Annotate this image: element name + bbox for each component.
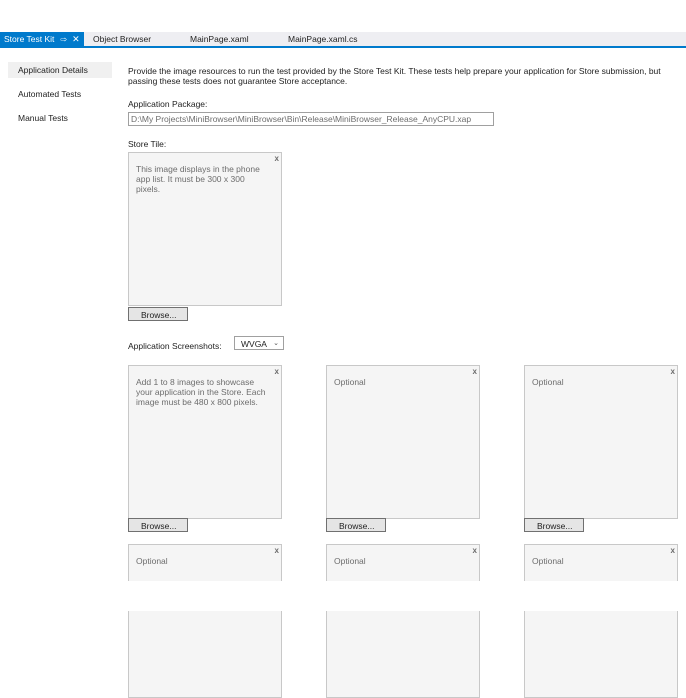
close-icon[interactable]: x [275,546,279,555]
tab-label: Store Test Kit [4,34,55,44]
tab-object-browser[interactable]: Object Browser [93,32,151,46]
sidebar: Application Details Automated Tests Manu… [8,62,112,134]
close-icon[interactable]: x [473,546,477,555]
tab-store-test-kit[interactable]: Store Test Kit ⇨ ✕ [0,32,84,46]
application-details-pane: Provide the image resources to run the t… [128,66,680,698]
application-package-label: Application Package: [128,99,208,109]
close-icon[interactable]: ✕ [72,34,80,44]
tab-mainpage-xaml-cs[interactable]: MainPage.xaml.cs [288,32,357,46]
optional-placeholder: Optional [532,377,564,387]
store-tile-hint: This image displays in the phone app lis… [136,164,260,194]
optional-placeholder: Optional [532,556,564,566]
store-tile-image-box[interactable]: x This image displays in the phone app l… [128,152,282,306]
application-package-field[interactable]: D:\My Projects\MiniBrowser\MiniBrowser\B… [128,112,494,126]
close-icon[interactable]: x [275,367,279,376]
optional-placeholder: Optional [334,556,366,566]
close-icon[interactable]: x [671,367,675,376]
screenshot-image-box-3[interactable]: x Optional [524,365,678,519]
screenshot-image-box-5[interactable]: x Optional [326,544,480,698]
screenshot-hint: Add 1 to 8 images to showcase your appli… [136,377,266,407]
sidebar-item-application-details[interactable]: Application Details [8,62,112,78]
screenshot-image-box-6[interactable]: x Optional [524,544,678,698]
optional-placeholder: Optional [334,377,366,387]
browse-store-tile-button[interactable]: Browse... [128,307,188,321]
application-screenshots-label: Application Screenshots: [128,341,222,351]
screenshot-image-box-2[interactable]: x Optional [326,365,480,519]
description-text: Provide the image resources to run the t… [128,66,661,86]
pin-icon[interactable]: ⇨ [60,35,67,44]
store-test-kit-panel: Application Details Automated Tests Manu… [0,48,686,698]
store-tile-label: Store Tile: [128,139,167,149]
sidebar-item-manual-tests[interactable]: Manual Tests [8,110,112,126]
resolution-select[interactable]: WVGA ⌄ [234,336,284,350]
document-tab-bar: Store Test Kit ⇨ ✕ Object Browser MainPage… [0,32,686,48]
background [0,581,686,611]
optional-placeholder: Optional [136,556,168,566]
sidebar-item-automated-tests[interactable]: Automated Tests [8,86,112,102]
resolution-value: WVGA [241,339,267,349]
screenshot-image-box-4[interactable]: x Optional [128,544,282,698]
browse-screenshot-3-button[interactable]: Browse... [524,518,584,532]
browse-screenshot-2-button[interactable]: Browse... [326,518,386,532]
chevron-down-icon: ⌄ [273,340,279,347]
browse-screenshot-1-button[interactable]: Browse... [128,518,188,532]
screenshot-image-box-1[interactable]: x Add 1 to 8 images to showcase your app… [128,365,282,519]
tab-mainpage-xaml[interactable]: MainPage.xaml [190,32,249,46]
close-icon[interactable]: x [473,367,477,376]
close-icon[interactable]: x [671,546,675,555]
close-icon[interactable]: x [275,154,279,163]
